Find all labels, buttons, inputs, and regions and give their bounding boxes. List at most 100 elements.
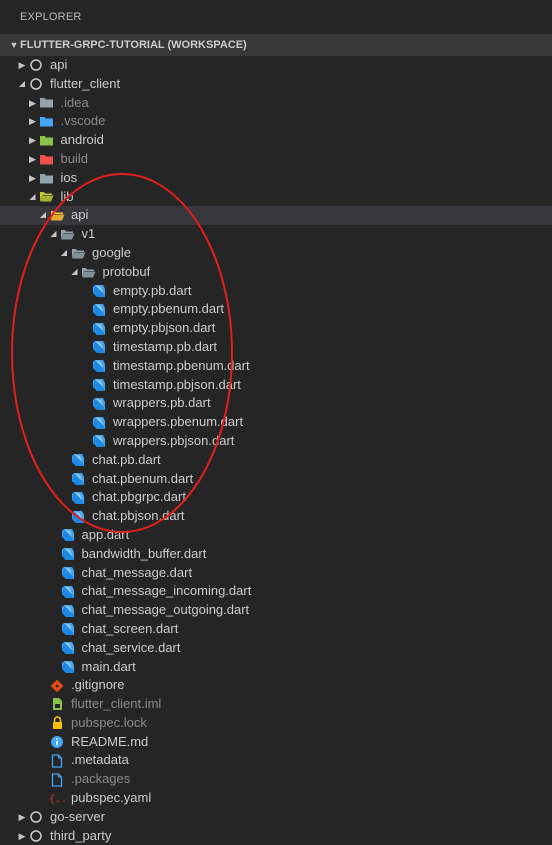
folder-item[interactable]: ▶ ios [0,169,552,188]
workspace-section-header[interactable]: ▼ FLUTTER-GRPC-TUTORIAL (WORKSPACE) [0,34,552,56]
chevron-down-icon[interactable]: ◢ [58,244,70,263]
chevron-down-icon: ▼ [9,40,19,50]
file-item[interactable]: chat.pb.dart [0,451,552,470]
item-label: timestamp.pbenum.dart [113,357,250,373]
dart-icon [60,603,76,619]
chevron-down-icon[interactable]: ◢ [48,225,60,244]
dart-icon [91,283,107,299]
file-item[interactable]: chat_screen.dart [0,620,552,639]
item-label: empty.pb.dart [113,282,192,298]
chevron-right-icon[interactable]: ▶ [16,56,28,75]
chevron-right-icon[interactable]: ▶ [27,94,39,113]
item-label: protobuf [102,263,151,279]
file-item[interactable]: pubspec.lock [0,714,552,733]
dart-icon [91,433,107,449]
folder-item[interactable]: ▶ third_party [0,827,552,845]
chevron-down-icon[interactable]: ◢ [69,263,81,282]
file-item[interactable]: chat.pbgrpc.dart [0,488,552,507]
file-item[interactable]: timestamp.pb.dart [0,338,552,357]
folder-item[interactable]: ◢ api [0,206,552,226]
folder-item[interactable]: ▶ .vscode [0,112,552,131]
dart-icon [70,490,86,506]
chevron-right-icon[interactable]: ▶ [27,150,39,169]
folder-item[interactable]: ◢ google [0,244,552,263]
file-item[interactable]: README.md [0,733,552,752]
file-item[interactable]: empty.pb.dart [0,282,552,301]
file-item[interactable]: chat_message_outgoing.dart [0,601,552,620]
item-label: api [50,57,68,72]
item-label: chat_message_incoming.dart [81,583,252,599]
folder-item[interactable]: ◢ flutter_client [0,75,552,94]
file-item[interactable]: .packages [0,770,552,789]
folder-item[interactable]: ◢ v1 [0,225,552,244]
dart-icon [91,339,107,355]
folder-item[interactable]: ◢ protobuf [0,263,552,282]
item-label: timestamp.pbjson.dart [113,376,241,392]
item-label: third_party [50,827,112,843]
file-item[interactable]: chat.pbenum.dart [0,470,552,489]
chevron-right-icon[interactable]: ▶ [27,169,39,188]
dart-icon [60,565,76,581]
file-item[interactable]: app.dart [0,526,552,545]
circle-icon [28,76,44,92]
lock-icon [49,715,65,731]
file-item[interactable]: empty.pbenum.dart [0,300,552,319]
folder-vscode-icon [39,114,55,130]
item-label: pubspec.yaml [71,790,152,806]
file-item[interactable]: chat_service.dart [0,639,552,658]
file-item[interactable]: timestamp.pbenum.dart [0,357,552,376]
file-item[interactable]: wrappers.pb.dart [0,394,552,413]
chevron-down-icon[interactable]: ◢ [16,75,28,94]
item-label: chat_message_outgoing.dart [81,602,250,618]
chevron-right-icon[interactable]: ▶ [16,827,28,845]
file-item[interactable]: chat_message_incoming.dart [0,582,552,601]
chevron-right-icon[interactable]: ▶ [27,112,39,131]
item-label: bandwidth_buffer.dart [81,545,207,561]
chevron-right-icon[interactable]: ▶ [16,808,28,827]
file-item[interactable]: empty.pbjson.dart [0,319,552,338]
item-label: google [92,244,132,260]
file-icon [49,772,65,788]
file-item[interactable]: main.dart [0,658,552,677]
file-item[interactable]: timestamp.pbjson.dart [0,376,552,395]
item-label: .gitignore [71,677,125,693]
circle-icon [28,828,44,844]
item-label: flutter_client.iml [71,696,162,712]
item-label: README.md [71,733,149,749]
item-label: app.dart [81,526,130,542]
iml-icon [49,696,65,712]
chevron-down-icon[interactable]: ◢ [27,188,39,207]
dart-icon [91,302,107,318]
file-item[interactable]: flutter_client.iml [0,695,552,714]
dart-icon [91,358,107,374]
item-label: empty.pbjson.dart [113,320,216,336]
file-item[interactable]: chat_message.dart [0,564,552,583]
explorer-pane: EXPLORER ▼ FLUTTER-GRPC-TUTORIAL (WORKSP… [0,0,552,845]
dart-icon [70,471,86,487]
file-item[interactable]: bandwidth_buffer.dart [0,545,552,564]
item-label: ios [60,169,78,185]
dart-icon [70,452,86,468]
file-item[interactable]: chat.pbjson.dart [0,507,552,526]
chevron-down-icon[interactable]: ◢ [37,206,49,225]
file-item[interactable]: .gitignore [0,676,552,695]
file-item[interactable]: wrappers.pbenum.dart [0,413,552,432]
folder-open-icon [70,245,86,261]
folder-item[interactable]: ▶ api [0,56,552,75]
file-item[interactable]: .metadata [0,751,552,770]
folder-item[interactable]: ▶ build [0,150,552,169]
dart-icon [60,584,76,600]
item-label: api [71,207,89,223]
git-icon [49,678,65,694]
file-item[interactable]: {..} pubspec.yaml [0,789,552,808]
dart-icon [60,621,76,637]
item-label: wrappers.pbjson.dart [113,432,235,448]
dart-icon [91,377,107,393]
file-icon [49,753,65,769]
folder-item[interactable]: ▶ .idea [0,94,552,113]
folder-item[interactable]: ▶ go-server [0,808,552,827]
folder-item[interactable]: ◢ lib [0,188,552,207]
folder-item[interactable]: ▶ android [0,131,552,150]
chevron-right-icon[interactable]: ▶ [27,131,39,150]
file-item[interactable]: wrappers.pbjson.dart [0,432,552,451]
